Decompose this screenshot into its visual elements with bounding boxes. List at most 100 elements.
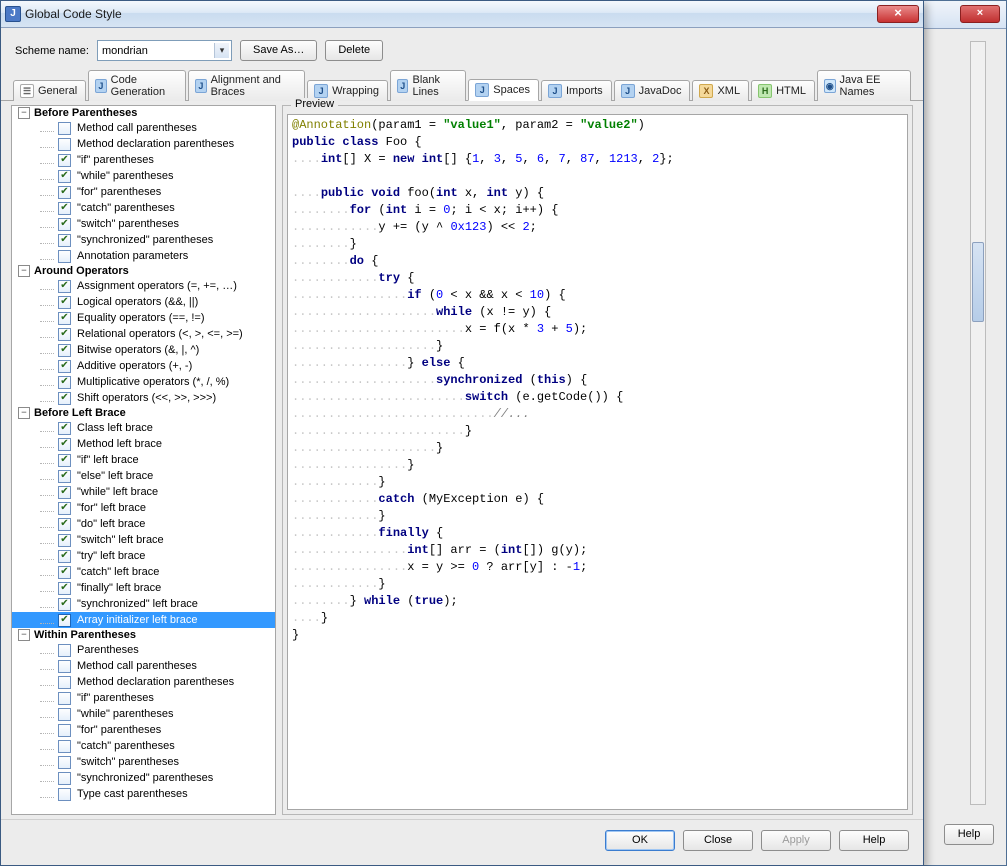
checkbox[interactable] xyxy=(58,486,71,499)
tab-javadoc[interactable]: JJavaDoc xyxy=(614,80,691,101)
tree-group[interactable]: Before Left Brace xyxy=(12,406,275,420)
collapse-icon[interactable] xyxy=(18,629,30,641)
chevron-down-icon[interactable] xyxy=(214,43,229,58)
checkbox[interactable] xyxy=(58,772,71,785)
tree-item[interactable]: "switch" left brace xyxy=(12,532,275,548)
tab-imports[interactable]: JImports xyxy=(541,80,612,101)
checkbox[interactable] xyxy=(58,724,71,737)
checkbox[interactable] xyxy=(58,138,71,151)
tree-item[interactable]: Assignment operators (=, +=, …) xyxy=(12,278,275,294)
checkbox[interactable] xyxy=(58,312,71,325)
tree-item[interactable]: "if" parentheses xyxy=(12,690,275,706)
code-preview[interactable]: @Annotation(param1 = "value1", param2 = … xyxy=(287,114,908,810)
tree-group[interactable]: Within Parentheses xyxy=(12,628,275,642)
background-close-button[interactable]: × xyxy=(960,5,1000,23)
checkbox[interactable] xyxy=(58,170,71,183)
tree-item[interactable]: "do" left brace xyxy=(12,516,275,532)
tree-item[interactable]: Method declaration parentheses xyxy=(12,136,275,152)
checkbox[interactable] xyxy=(58,598,71,611)
tree-item[interactable]: "while" parentheses xyxy=(12,168,275,184)
checkbox[interactable] xyxy=(58,218,71,231)
tab-code-generation[interactable]: JCode Generation xyxy=(88,70,186,101)
checkbox[interactable] xyxy=(58,788,71,801)
tree-item[interactable]: "while" parentheses xyxy=(12,706,275,722)
checkbox[interactable] xyxy=(58,234,71,247)
checkbox[interactable] xyxy=(58,250,71,263)
apply-button[interactable]: Apply xyxy=(761,830,831,851)
tree-item[interactable]: Additive operators (+, -) xyxy=(12,358,275,374)
delete-button[interactable]: Delete xyxy=(325,40,383,61)
tab-alignment-and-braces[interactable]: JAlignment and Braces xyxy=(188,70,305,101)
tree-item[interactable]: "if" parentheses xyxy=(12,152,275,168)
tree-item[interactable]: "finally" left brace xyxy=(12,580,275,596)
tree-item[interactable]: Multiplicative operators (*, /, %) xyxy=(12,374,275,390)
tree-item[interactable]: "switch" parentheses xyxy=(12,754,275,770)
checkbox[interactable] xyxy=(58,422,71,435)
tree-item[interactable]: Annotation parameters xyxy=(12,248,275,264)
checkbox[interactable] xyxy=(58,708,71,721)
checkbox[interactable] xyxy=(58,122,71,135)
ok-button[interactable]: OK xyxy=(605,830,675,851)
tab-java-ee-names[interactable]: ◉Java EE Names xyxy=(817,70,911,101)
tree-item[interactable]: Method call parentheses xyxy=(12,120,275,136)
tree-group[interactable]: Around Operators xyxy=(12,264,275,278)
background-scrollbar-thumb[interactable] xyxy=(972,242,984,322)
close-icon[interactable]: × xyxy=(877,5,919,23)
save-as-button[interactable]: Save As… xyxy=(240,40,317,61)
tree-item[interactable]: "for" left brace xyxy=(12,500,275,516)
tree-item[interactable]: Type cast parentheses xyxy=(12,786,275,802)
tree-item[interactable]: Array initializer left brace xyxy=(12,612,275,628)
checkbox[interactable] xyxy=(58,518,71,531)
checkbox[interactable] xyxy=(58,454,71,467)
tree-item[interactable]: Logical operators (&&, ||) xyxy=(12,294,275,310)
tree-item[interactable]: "try" left brace xyxy=(12,548,275,564)
checkbox[interactable] xyxy=(58,280,71,293)
checkbox[interactable] xyxy=(58,550,71,563)
tree-item[interactable]: "while" left brace xyxy=(12,484,275,500)
titlebar[interactable]: Global Code Style × xyxy=(1,1,923,28)
checkbox[interactable] xyxy=(58,470,71,483)
checkbox[interactable] xyxy=(58,534,71,547)
tree-item[interactable]: "catch" parentheses xyxy=(12,738,275,754)
collapse-icon[interactable] xyxy=(18,265,30,277)
background-scrollbar[interactable] xyxy=(970,41,986,805)
tree-item[interactable]: Method declaration parentheses xyxy=(12,674,275,690)
checkbox[interactable] xyxy=(58,756,71,769)
checkbox[interactable] xyxy=(58,740,71,753)
checkbox[interactable] xyxy=(58,296,71,309)
checkbox[interactable] xyxy=(58,328,71,341)
scheme-combo[interactable]: mondrian xyxy=(97,40,232,61)
tree-item[interactable]: Relational operators (<, >, <=, >=) xyxy=(12,326,275,342)
tree-item[interactable]: "synchronized" parentheses xyxy=(12,232,275,248)
background-help-button[interactable]: Help xyxy=(944,824,994,845)
help-button[interactable]: Help xyxy=(839,830,909,851)
tree-item[interactable]: "else" left brace xyxy=(12,468,275,484)
checkbox[interactable] xyxy=(58,502,71,515)
checkbox[interactable] xyxy=(58,644,71,657)
tree-item[interactable]: Method left brace xyxy=(12,436,275,452)
tab-xml[interactable]: XXML xyxy=(692,80,749,101)
tab-spaces[interactable]: JSpaces xyxy=(468,79,539,101)
checkbox[interactable] xyxy=(58,392,71,405)
checkbox[interactable] xyxy=(58,660,71,673)
checkbox[interactable] xyxy=(58,202,71,215)
tree-item[interactable]: Class left brace xyxy=(12,420,275,436)
checkbox[interactable] xyxy=(58,692,71,705)
tree-item[interactable]: Shift operators (<<, >>, >>>) xyxy=(12,390,275,406)
checkbox[interactable] xyxy=(58,676,71,689)
tab-general[interactable]: ☰General xyxy=(13,80,86,101)
checkbox[interactable] xyxy=(58,438,71,451)
checkbox[interactable] xyxy=(58,186,71,199)
checkbox[interactable] xyxy=(58,566,71,579)
checkbox[interactable] xyxy=(58,582,71,595)
tree-item[interactable]: "for" parentheses xyxy=(12,184,275,200)
tree-item[interactable]: "catch" parentheses xyxy=(12,200,275,216)
tree-item[interactable]: Parentheses xyxy=(12,642,275,658)
tree-item[interactable]: Method call parentheses xyxy=(12,658,275,674)
collapse-icon[interactable] xyxy=(18,407,30,419)
checkbox[interactable] xyxy=(58,360,71,373)
checkbox[interactable] xyxy=(58,154,71,167)
tab-blank-lines[interactable]: JBlank Lines xyxy=(390,70,466,101)
tree-item[interactable]: "synchronized" left brace xyxy=(12,596,275,612)
tab-html[interactable]: HHTML xyxy=(751,80,815,101)
